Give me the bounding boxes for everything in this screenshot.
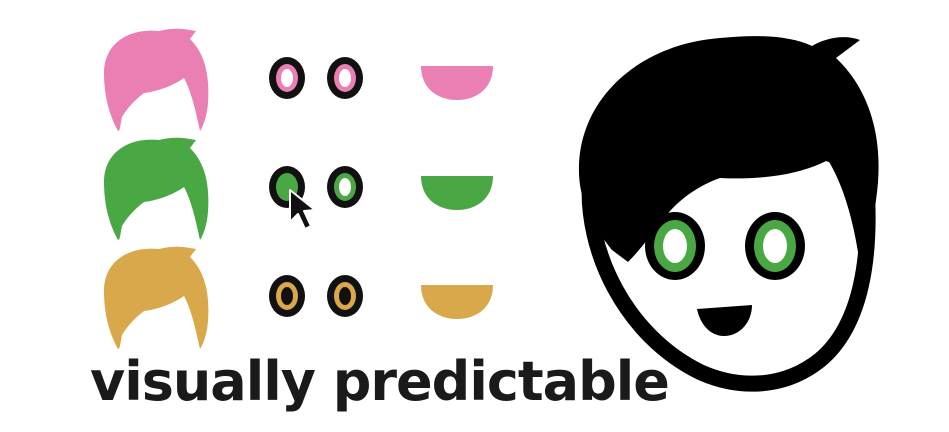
caption: visually predictable [90, 350, 670, 413]
mouth-option-gold[interactable] [421, 285, 493, 319]
mouth-option-pink[interactable] [421, 66, 493, 100]
option-row-3 [104, 246, 493, 349]
eyes-option-gold[interactable] [269, 275, 363, 317]
hair-option-pink[interactable] [104, 28, 209, 132]
hair-option-green[interactable] [104, 137, 209, 240]
eyes-option-pink[interactable] [269, 57, 363, 99]
option-row-2 [104, 137, 493, 240]
hair-option-gold[interactable] [104, 246, 209, 349]
avatar-preview [578, 36, 879, 392]
eyes-option-green[interactable] [269, 166, 363, 208]
option-row-1 [104, 28, 493, 132]
mouth-option-green[interactable] [421, 176, 493, 210]
